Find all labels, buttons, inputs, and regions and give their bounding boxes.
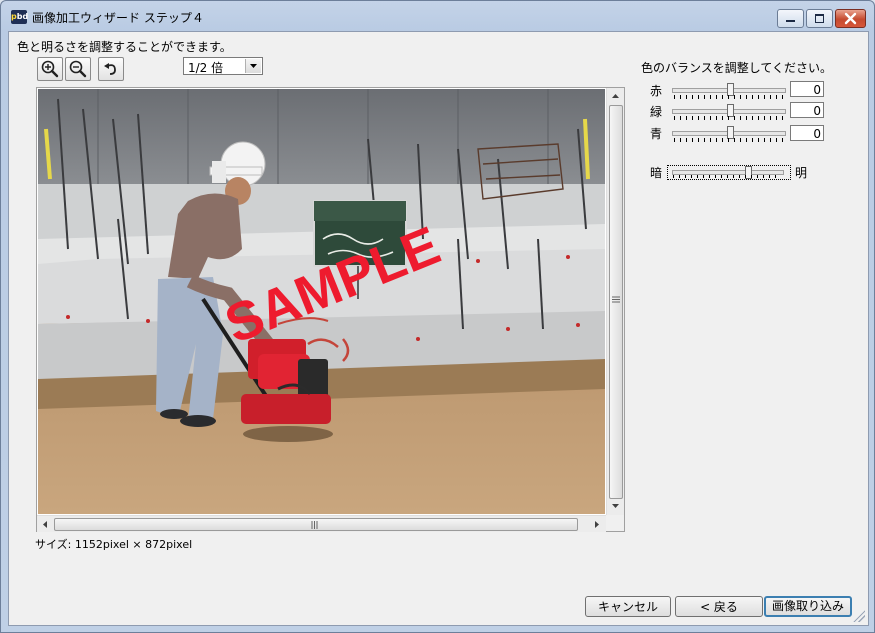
maximize-icon: [815, 14, 824, 23]
dark-label: 暗: [650, 166, 663, 180]
import-image-button[interactable]: 画像取り込み: [764, 596, 852, 617]
blue-value-field[interactable]: 0: [790, 125, 824, 141]
image-viewer[interactable]: SAMPLE: [36, 87, 625, 532]
dropdown-arrow-button[interactable]: [245, 59, 261, 73]
horizontal-scrollbar[interactable]: [37, 515, 606, 532]
chevron-down-icon: [250, 64, 257, 68]
resize-grip-icon[interactable]: [853, 610, 865, 622]
grip-icon: [612, 296, 620, 303]
window-title: 画像加工ウィザード ステップ４: [32, 11, 204, 25]
scrollbar-corner: [606, 515, 624, 531]
instruction-text: 色と明るさを調整することができます。: [17, 40, 232, 54]
close-icon: [844, 12, 857, 25]
title-bar[interactable]: pbd 画像加工ウィザード ステップ４: [1, 1, 874, 31]
back-button[interactable]: < 戻る: [675, 596, 763, 617]
scroll-right-arrow-icon[interactable]: [594, 520, 600, 529]
balance-title: 色のバランスを調整してください。: [641, 61, 833, 75]
blue-slider-ticks: [674, 138, 784, 142]
undo-icon: [104, 63, 116, 75]
bright-label: 明: [795, 166, 808, 180]
blue-label: 青: [650, 127, 663, 141]
vertical-scrollbar[interactable]: [606, 88, 624, 515]
cancel-button[interactable]: キャンセル: [585, 596, 671, 617]
construction-photo: SAMPLE: [38, 89, 605, 514]
green-slider-ticks: [674, 116, 784, 120]
undo-button[interactable]: [98, 57, 124, 81]
zoom-out-icon: [69, 60, 87, 78]
scroll-down-arrow-icon[interactable]: [611, 503, 620, 509]
brightness-slider[interactable]: [667, 165, 791, 180]
vertical-scroll-thumb[interactable]: [609, 105, 623, 499]
image-size-label: サイズ: 1152pixel × 872pixel: [35, 538, 193, 551]
scroll-up-arrow-icon[interactable]: [611, 93, 620, 99]
minimize-icon: [786, 20, 795, 22]
zoom-select-value: 1/2 倍: [188, 61, 224, 75]
scroll-left-arrow-icon[interactable]: [42, 520, 48, 529]
close-button[interactable]: [835, 9, 866, 28]
zoom-in-button[interactable]: [37, 57, 63, 81]
red-value-field[interactable]: 0: [790, 81, 824, 97]
grip-icon: [311, 521, 318, 529]
client-area: 色と明るさを調整することができます。 1/2 倍 SAMPLE サイズ: 115…: [8, 31, 869, 626]
maximize-button[interactable]: [806, 9, 833, 28]
app-icon: pbd: [11, 10, 28, 24]
wizard-window: pbd 画像加工ウィザード ステップ４ 色と明るさを調整することができます。 1…: [0, 0, 875, 633]
minimize-button[interactable]: [777, 9, 804, 28]
brightness-slider-ticks: [673, 175, 781, 178]
red-slider-ticks: [674, 95, 784, 99]
preview-photo: SAMPLE: [38, 89, 605, 514]
zoom-select[interactable]: 1/2 倍: [183, 57, 263, 75]
red-label: 赤: [650, 84, 663, 98]
green-label: 緑: [650, 105, 663, 119]
zoom-out-button[interactable]: [65, 57, 91, 81]
green-value-field[interactable]: 0: [790, 102, 824, 118]
horizontal-scroll-thumb[interactable]: [54, 518, 578, 531]
zoom-in-icon: [41, 60, 59, 78]
